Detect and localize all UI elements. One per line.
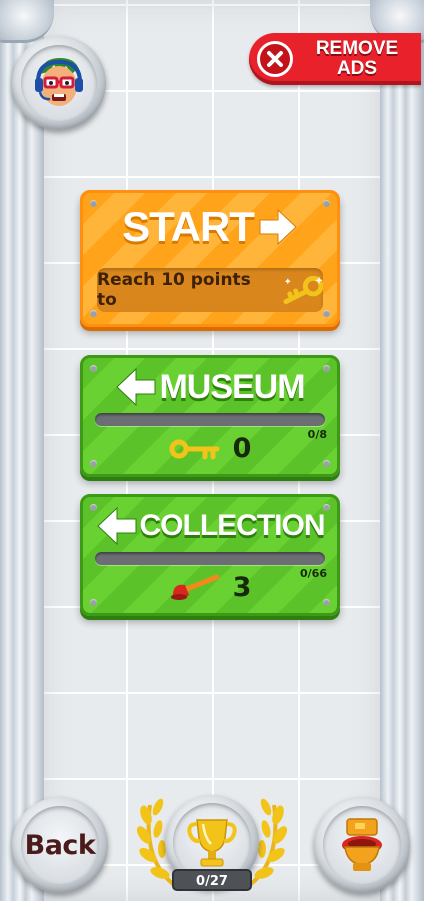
plunger-icon <box>170 574 220 600</box>
start-title: START <box>122 203 255 250</box>
remove-ads-line2: ADS <box>336 58 378 79</box>
museum-max-label: 0/8 <box>307 428 327 441</box>
trophy-count-badge: 0/27 <box>172 869 252 891</box>
arrow-left-icon <box>116 367 156 407</box>
avatar-button[interactable] <box>12 36 106 130</box>
toilet-button-face <box>323 806 401 884</box>
back-button[interactable]: Back <box>12 797 108 893</box>
trophy-icon <box>187 819 237 867</box>
remove-ads-button[interactable]: REMOVE ADS <box>249 33 421 85</box>
museum-count: 0 <box>232 433 252 464</box>
start-button[interactable]: START Reach 10 points to <box>80 190 340 327</box>
golden-key-icon <box>169 439 220 459</box>
right-pillar <box>380 0 424 901</box>
avatar-frame <box>21 45 97 121</box>
toilet-icon <box>342 818 382 871</box>
collection-max-label: 0/66 <box>300 567 327 580</box>
player-avatar-icon <box>35 58 83 106</box>
close-x-icon <box>257 41 293 77</box>
arrow-left-icon <box>96 506 136 546</box>
collection-count: 3 <box>232 572 252 603</box>
museum-button[interactable]: MUSEUM 0 0/8 <box>80 355 340 477</box>
back-label: Back <box>24 829 96 861</box>
museum-progress-bar <box>95 413 325 426</box>
rivet <box>323 310 330 317</box>
start-hint-text: Reach 10 points to <box>97 270 251 310</box>
collection-progress-bar <box>95 552 325 565</box>
golden-key-icon <box>283 275 323 305</box>
start-hint-box: Reach 10 points to <box>97 268 323 312</box>
museum-title-row: MUSEUM <box>83 366 337 408</box>
toilet-button[interactable] <box>314 797 410 893</box>
museum-stat-row: 0 <box>83 433 337 464</box>
collection-stat-row: 3 <box>83 572 337 603</box>
collection-button[interactable]: COLLECTION 3 0/66 <box>80 494 340 616</box>
arrow-right-icon <box>259 208 297 246</box>
rivet <box>90 310 97 317</box>
museum-title: MUSEUM <box>159 367 305 406</box>
remove-ads-label: REMOVE ADS <box>293 39 421 79</box>
remove-ads-line1: REMOVE <box>315 38 399 59</box>
left-pillar <box>0 0 44 901</box>
back-button-face: Back <box>21 806 99 884</box>
collection-title-row: COLLECTION <box>83 505 337 547</box>
collection-title: COLLECTION <box>139 509 326 542</box>
start-title-row: START <box>83 203 337 251</box>
